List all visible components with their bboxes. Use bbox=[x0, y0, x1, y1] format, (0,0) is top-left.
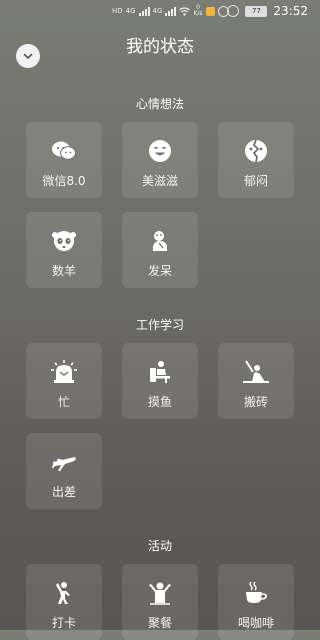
status-item-happy[interactable]: 美滋滋 bbox=[122, 122, 198, 198]
status-item-label: 聚餐 bbox=[147, 616, 172, 630]
status-item-busy[interactable]: 忙 bbox=[26, 343, 102, 419]
clock: 23:52 bbox=[273, 4, 308, 18]
mood-grid: 微信8.0 美滋滋 郁闷 数羊 发呆 bbox=[26, 122, 296, 288]
work-study-grid: 忙 摸鱼 搬砖 出差 bbox=[26, 343, 296, 509]
plane-icon bbox=[51, 449, 77, 475]
status-item-label: 美滋滋 bbox=[141, 174, 178, 188]
hd-indicator: HD bbox=[112, 6, 123, 15]
status-item-business-trip[interactable]: 出差 bbox=[26, 433, 102, 509]
section-title-work-study: 工作学习 bbox=[135, 318, 184, 332]
check-in-icon bbox=[51, 580, 77, 606]
notes-app-icon bbox=[205, 6, 215, 16]
status-item-label: 郁闷 bbox=[243, 174, 268, 188]
sheep-icon bbox=[51, 228, 77, 254]
activities-grid: 打卡 聚餐 喝咖啡 bbox=[26, 564, 296, 640]
section-title-activities: 活动 bbox=[147, 539, 172, 553]
status-item-label: 打卡 bbox=[51, 616, 76, 630]
status-item-slacking[interactable]: 摸鱼 bbox=[122, 343, 198, 419]
status-item-label: 忙 bbox=[57, 395, 70, 409]
status-item-counting-sheep[interactable]: 数羊 bbox=[26, 212, 102, 288]
signal-icon bbox=[165, 6, 177, 16]
wechat-icon bbox=[51, 138, 77, 164]
collapse-button[interactable] bbox=[16, 44, 40, 68]
status-item-moving-bricks[interactable]: 搬砖 bbox=[218, 343, 294, 419]
status-item-label: 数羊 bbox=[51, 264, 76, 278]
daze-icon bbox=[147, 228, 173, 254]
signal-icon bbox=[138, 6, 150, 16]
brick-icon bbox=[243, 359, 269, 385]
page-title: 我的状态 bbox=[126, 37, 194, 57]
gloomy-icon bbox=[243, 138, 269, 164]
status-item-check-in[interactable]: 打卡 bbox=[26, 564, 102, 640]
status-item-label: 摸鱼 bbox=[147, 395, 172, 409]
slacking-icon bbox=[147, 359, 173, 385]
status-item-dinner[interactable]: 聚餐 bbox=[122, 564, 198, 640]
status-item-wechat[interactable]: 微信8.0 bbox=[26, 122, 102, 198]
wifi-icon bbox=[179, 6, 191, 16]
alarm-icon bbox=[227, 5, 240, 17]
status-item-label: 微信8.0 bbox=[42, 174, 86, 188]
header: 我的状态 bbox=[0, 28, 320, 58]
sim1-network-type: 4G bbox=[125, 6, 136, 15]
busy-alarm-icon bbox=[51, 359, 77, 385]
status-item-label: 搬砖 bbox=[243, 395, 268, 409]
status-icons-right: 77 23:52 bbox=[227, 4, 308, 18]
dinner-icon bbox=[147, 580, 173, 606]
status-item-label: 出差 bbox=[51, 485, 76, 499]
status-bar: HD 4G 4G 0 K/s 77 23:52 bbox=[0, 0, 320, 22]
sim2-network-type: 4G bbox=[152, 6, 163, 15]
status-item-gloomy[interactable]: 郁闷 bbox=[218, 122, 294, 198]
network-speed: 0 K/s bbox=[193, 5, 202, 17]
battery-icon: 77 bbox=[245, 5, 268, 17]
section-title-mood: 心情想法 bbox=[135, 97, 184, 111]
status-icons-left: HD 4G 4G 0 K/s bbox=[112, 5, 229, 17]
status-item-daze[interactable]: 发呆 bbox=[122, 212, 198, 288]
status-item-label: 喝咖啡 bbox=[237, 616, 274, 630]
status-item-label: 发呆 bbox=[147, 264, 172, 278]
smile-icon bbox=[147, 138, 173, 164]
status-item-coffee[interactable]: 喝咖啡 bbox=[218, 564, 294, 640]
chevron-down-icon bbox=[23, 53, 33, 59]
network-speed-unit: K/s bbox=[193, 10, 203, 17]
coffee-icon bbox=[243, 580, 269, 606]
